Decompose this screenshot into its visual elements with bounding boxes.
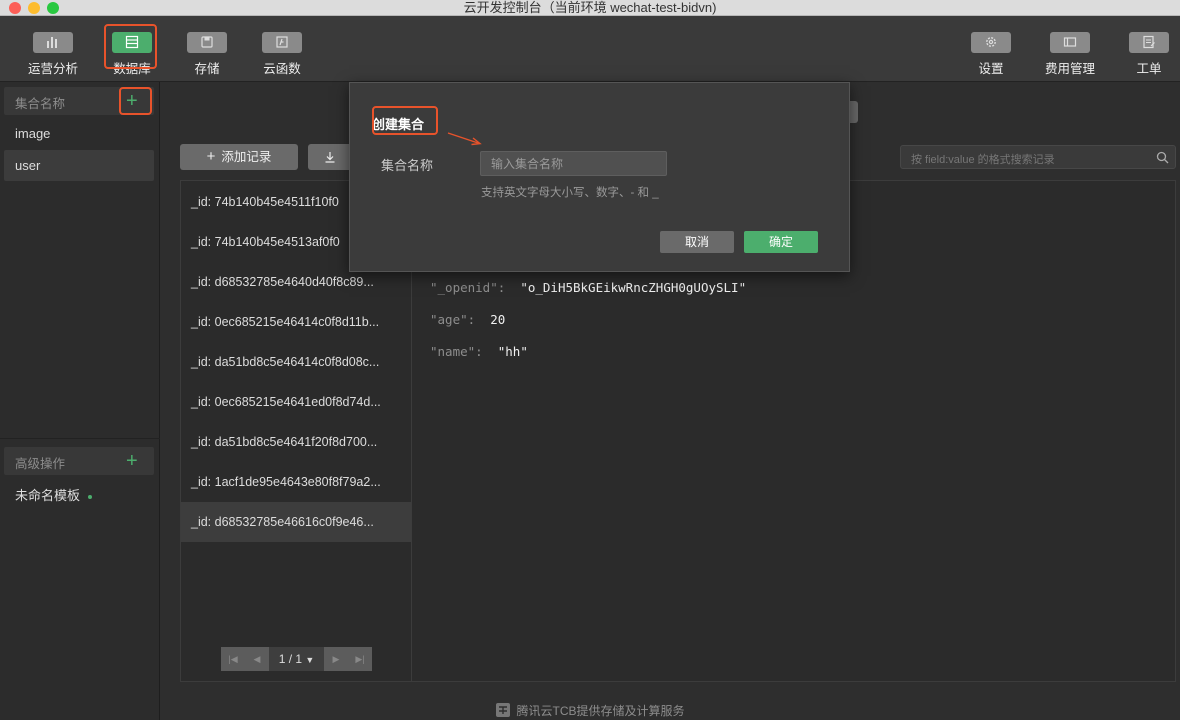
title-bar: 云开发控制台（当前环境 wechat-test-bidvn) bbox=[0, 0, 1180, 16]
toolbar-label: 费用管理 bbox=[1044, 62, 1095, 76]
collections-sidebar: 集合名称 + image user 高级操作 + 未命名模板 bbox=[0, 82, 160, 720]
last-page-icon[interactable]: ▶| bbox=[348, 647, 372, 671]
arrow-annotation-icon bbox=[447, 132, 482, 146]
cancel-button[interactable]: 取消 bbox=[660, 231, 734, 253]
detail-row-age: "age": 20 bbox=[430, 304, 746, 336]
toolbar-item-tickets[interactable]: 工单 bbox=[1114, 16, 1180, 82]
toolbar-item-billing[interactable]: 费用管理 bbox=[1035, 16, 1105, 82]
toolbar-item-storage[interactable]: 存储 bbox=[172, 16, 242, 82]
status-dot-icon bbox=[88, 494, 93, 499]
search-placeholder: 按 field:value 的格式搜索记录 bbox=[911, 154, 1055, 166]
toolbar-label: 运营分析 bbox=[27, 62, 78, 76]
list-item[interactable]: _id: da51bd8c5e46414c0f8d08c... bbox=[181, 342, 411, 382]
download-icon bbox=[325, 152, 335, 163]
template-item[interactable]: 未命名模板 bbox=[15, 485, 93, 504]
record-search-input[interactable]: 按 field:value 的格式搜索记录 bbox=[900, 145, 1176, 169]
plus-icon: + bbox=[206, 148, 216, 165]
advanced-header-label: 高级操作 bbox=[15, 457, 66, 471]
list-item[interactable]: _id: d68532785e46616c0f9e46... bbox=[181, 502, 411, 542]
toolbar-item-cloud-functions[interactable]: 云函数 bbox=[247, 16, 317, 82]
field-value[interactable]: "hh" bbox=[498, 344, 528, 359]
collection-name-label: 集合名称 bbox=[381, 158, 434, 173]
sidebar-divider bbox=[0, 438, 160, 439]
pagination: |◀ ◀ 1 / 1 ▼ ▶ ▶| bbox=[221, 647, 372, 671]
page-select[interactable]: 1 / 1 ▼ bbox=[269, 647, 324, 671]
next-page-icon[interactable]: ▶ bbox=[324, 647, 348, 671]
create-collection-dialog: 创建集合 集合名称 支持英文字母大小写、数字、- 和 _ 取消 确定 bbox=[349, 82, 850, 272]
footer: 腾讯云TCB提供存储及计算服务 bbox=[0, 702, 1180, 719]
collection-item-image[interactable]: image bbox=[4, 118, 154, 149]
toolbar-label: 云函数 bbox=[263, 62, 301, 76]
list-item[interactable]: _id: 0ec685215e46414c0f8d11b... bbox=[181, 302, 411, 342]
template-item-label: 未命名模板 bbox=[15, 488, 81, 503]
prev-page-icon[interactable]: ◀ bbox=[245, 647, 269, 671]
bar-chart-icon bbox=[33, 32, 73, 53]
tencent-cloud-logo-icon bbox=[496, 703, 511, 717]
confirm-button[interactable]: 确定 bbox=[744, 231, 818, 253]
collection-name-input[interactable] bbox=[480, 151, 667, 176]
page-indicator: 1 / 1 bbox=[278, 652, 303, 666]
field-value[interactable]: "o_DiH5BkGEikwRncZHGH0gUOySLI" bbox=[520, 280, 746, 295]
add-template-plus-icon[interactable]: + bbox=[126, 451, 138, 471]
field-key: "name": bbox=[430, 344, 483, 359]
import-button[interactable] bbox=[308, 144, 352, 170]
window-title: 云开发控制台（当前环境 wechat-test-bidvn) bbox=[463, 0, 717, 15]
list-item[interactable]: _id: 1acf1de95e4643e80f8f79a2... bbox=[181, 462, 411, 502]
add-record-button[interactable]: + 添加记录 bbox=[180, 144, 298, 170]
gear-icon bbox=[971, 32, 1011, 53]
storage-icon bbox=[187, 32, 227, 53]
toolbar-label: 设置 bbox=[978, 62, 1004, 76]
first-page-icon[interactable]: |◀ bbox=[221, 647, 245, 671]
list-item[interactable]: _id: da51bd8c5e4641f20f8d700... bbox=[181, 422, 411, 462]
function-icon bbox=[262, 32, 302, 53]
chevron-down-icon: ▼ bbox=[305, 655, 315, 665]
toolbar-item-analytics[interactable]: 运营分析 bbox=[18, 16, 88, 82]
search-icon bbox=[1156, 151, 1169, 164]
detail-row-name: "name": "hh" bbox=[430, 336, 746, 368]
highlight-add-collection-box bbox=[119, 87, 152, 115]
toolbar-item-settings[interactable]: 设置 bbox=[956, 16, 1026, 82]
field-key: "_openid": bbox=[430, 280, 506, 295]
footer-text: 腾讯云TCB提供存储及计算服务 bbox=[516, 704, 685, 718]
list-item[interactable]: _id: 0ec685215e4641ed0f8d74d... bbox=[181, 382, 411, 422]
field-key: "age": bbox=[430, 312, 476, 327]
collection-item-user[interactable]: user bbox=[4, 150, 154, 181]
collection-name-hint: 支持英文字母大小写、数字、- 和 _ bbox=[481, 187, 659, 199]
add-record-label: 添加记录 bbox=[221, 150, 272, 164]
detail-row-openid: "_openid": "o_DiH5BkGEikwRncZHGH0gUOySLI… bbox=[430, 272, 746, 304]
toolbar: 运营分析 数据库 存储 云函数 设置 费用管理 工单 bbox=[0, 16, 1180, 82]
highlight-title-box bbox=[372, 106, 438, 135]
record-detail: "_openid": "o_DiH5BkGEikwRncZHGH0gUOySLI… bbox=[430, 272, 746, 368]
field-value[interactable]: 20 bbox=[490, 312, 505, 327]
billing-icon bbox=[1050, 32, 1090, 53]
highlight-database-box bbox=[104, 24, 157, 69]
toolbar-label: 工单 bbox=[1136, 62, 1162, 76]
toolbar-label: 存储 bbox=[194, 62, 220, 76]
ticket-icon bbox=[1129, 32, 1169, 53]
collections-header-label: 集合名称 bbox=[15, 97, 66, 111]
